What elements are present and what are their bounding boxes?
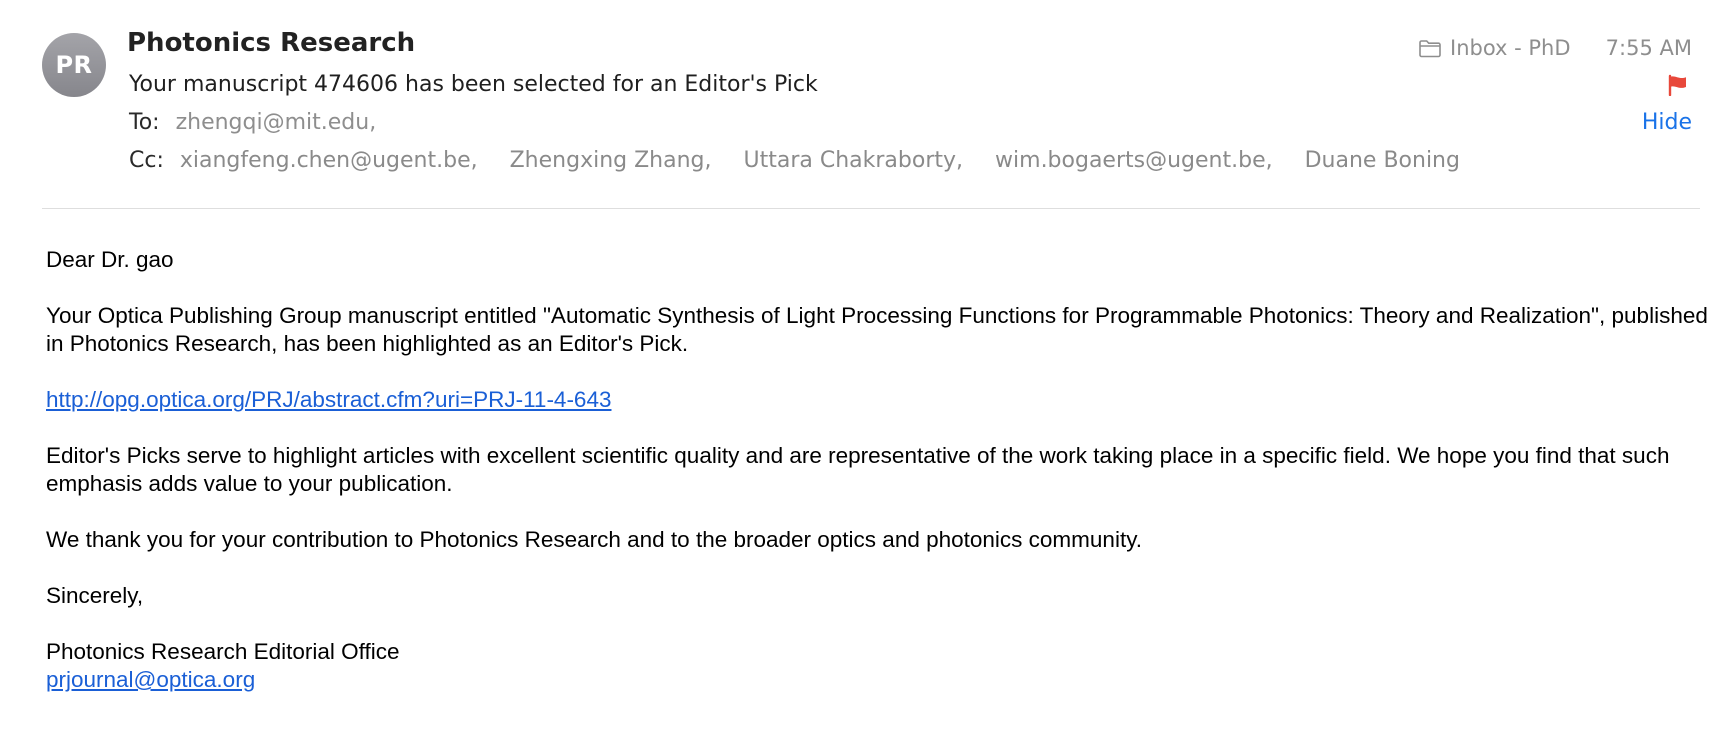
sender-avatar[interactable]: PR	[42, 33, 106, 97]
body-paragraph: Editor's Picks serve to highlight articl…	[46, 443, 1670, 496]
message-time: 7:55 AM	[1605, 36, 1692, 60]
cc-recipient[interactable]: Duane Boning	[1305, 148, 1460, 173]
cc-recipient[interactable]: xiangfeng.chen@ugent.be,	[180, 148, 478, 173]
to-label: To:	[129, 110, 160, 135]
signature-email-link[interactable]: prjournal@optica.org	[46, 667, 255, 692]
signature-name: Photonics Research Editorial Office	[46, 639, 400, 664]
message-header: PR Photonics Research Your manuscript 47…	[0, 0, 1722, 210]
to-row: To: zhengqi@mit.edu,	[129, 110, 376, 135]
cc-recipient[interactable]: wim.bogaerts@ugent.be,	[995, 148, 1273, 173]
folder-icon	[1419, 40, 1441, 58]
sender-name[interactable]: Photonics Research	[127, 28, 415, 58]
mailbox-label: Inbox - PhD	[1450, 36, 1571, 60]
signature-email-line: prjournal@optica.org	[46, 666, 1716, 694]
cc-row: Cc: xiangfeng.chen@ugent.be, Zhengxing Z…	[129, 148, 1460, 173]
header-divider	[42, 208, 1700, 209]
cc-label: Cc:	[129, 148, 164, 173]
message-body: Dear Dr. gao Your Optica Publishing Grou…	[46, 246, 1716, 694]
hide-details-button[interactable]: Hide	[1642, 110, 1692, 135]
cc-recipient[interactable]: Uttara Chakraborty,	[744, 148, 964, 173]
flag-icon[interactable]	[1667, 74, 1689, 96]
article-link-line: http://opg.optica.org/PRJ/abstract.cfm?u…	[46, 386, 1716, 414]
recipient-address[interactable]: zhengqi@mit.edu,	[176, 110, 377, 135]
closing: Sincerely,	[46, 583, 144, 608]
cc-recipient[interactable]: Zhengxing Zhang,	[510, 148, 712, 173]
article-link[interactable]: http://opg.optica.org/PRJ/abstract.cfm?u…	[46, 387, 611, 412]
mailbox-location[interactable]: Inbox - PhD	[1418, 36, 1571, 60]
body-paragraph: Your Optica Publishing Group manuscript …	[46, 303, 1708, 356]
greeting: Dear Dr. gao	[46, 247, 174, 272]
message-subject: Your manuscript 474606 has been selected…	[129, 72, 818, 97]
body-paragraph: We thank you for your contribution to Ph…	[46, 527, 1143, 552]
